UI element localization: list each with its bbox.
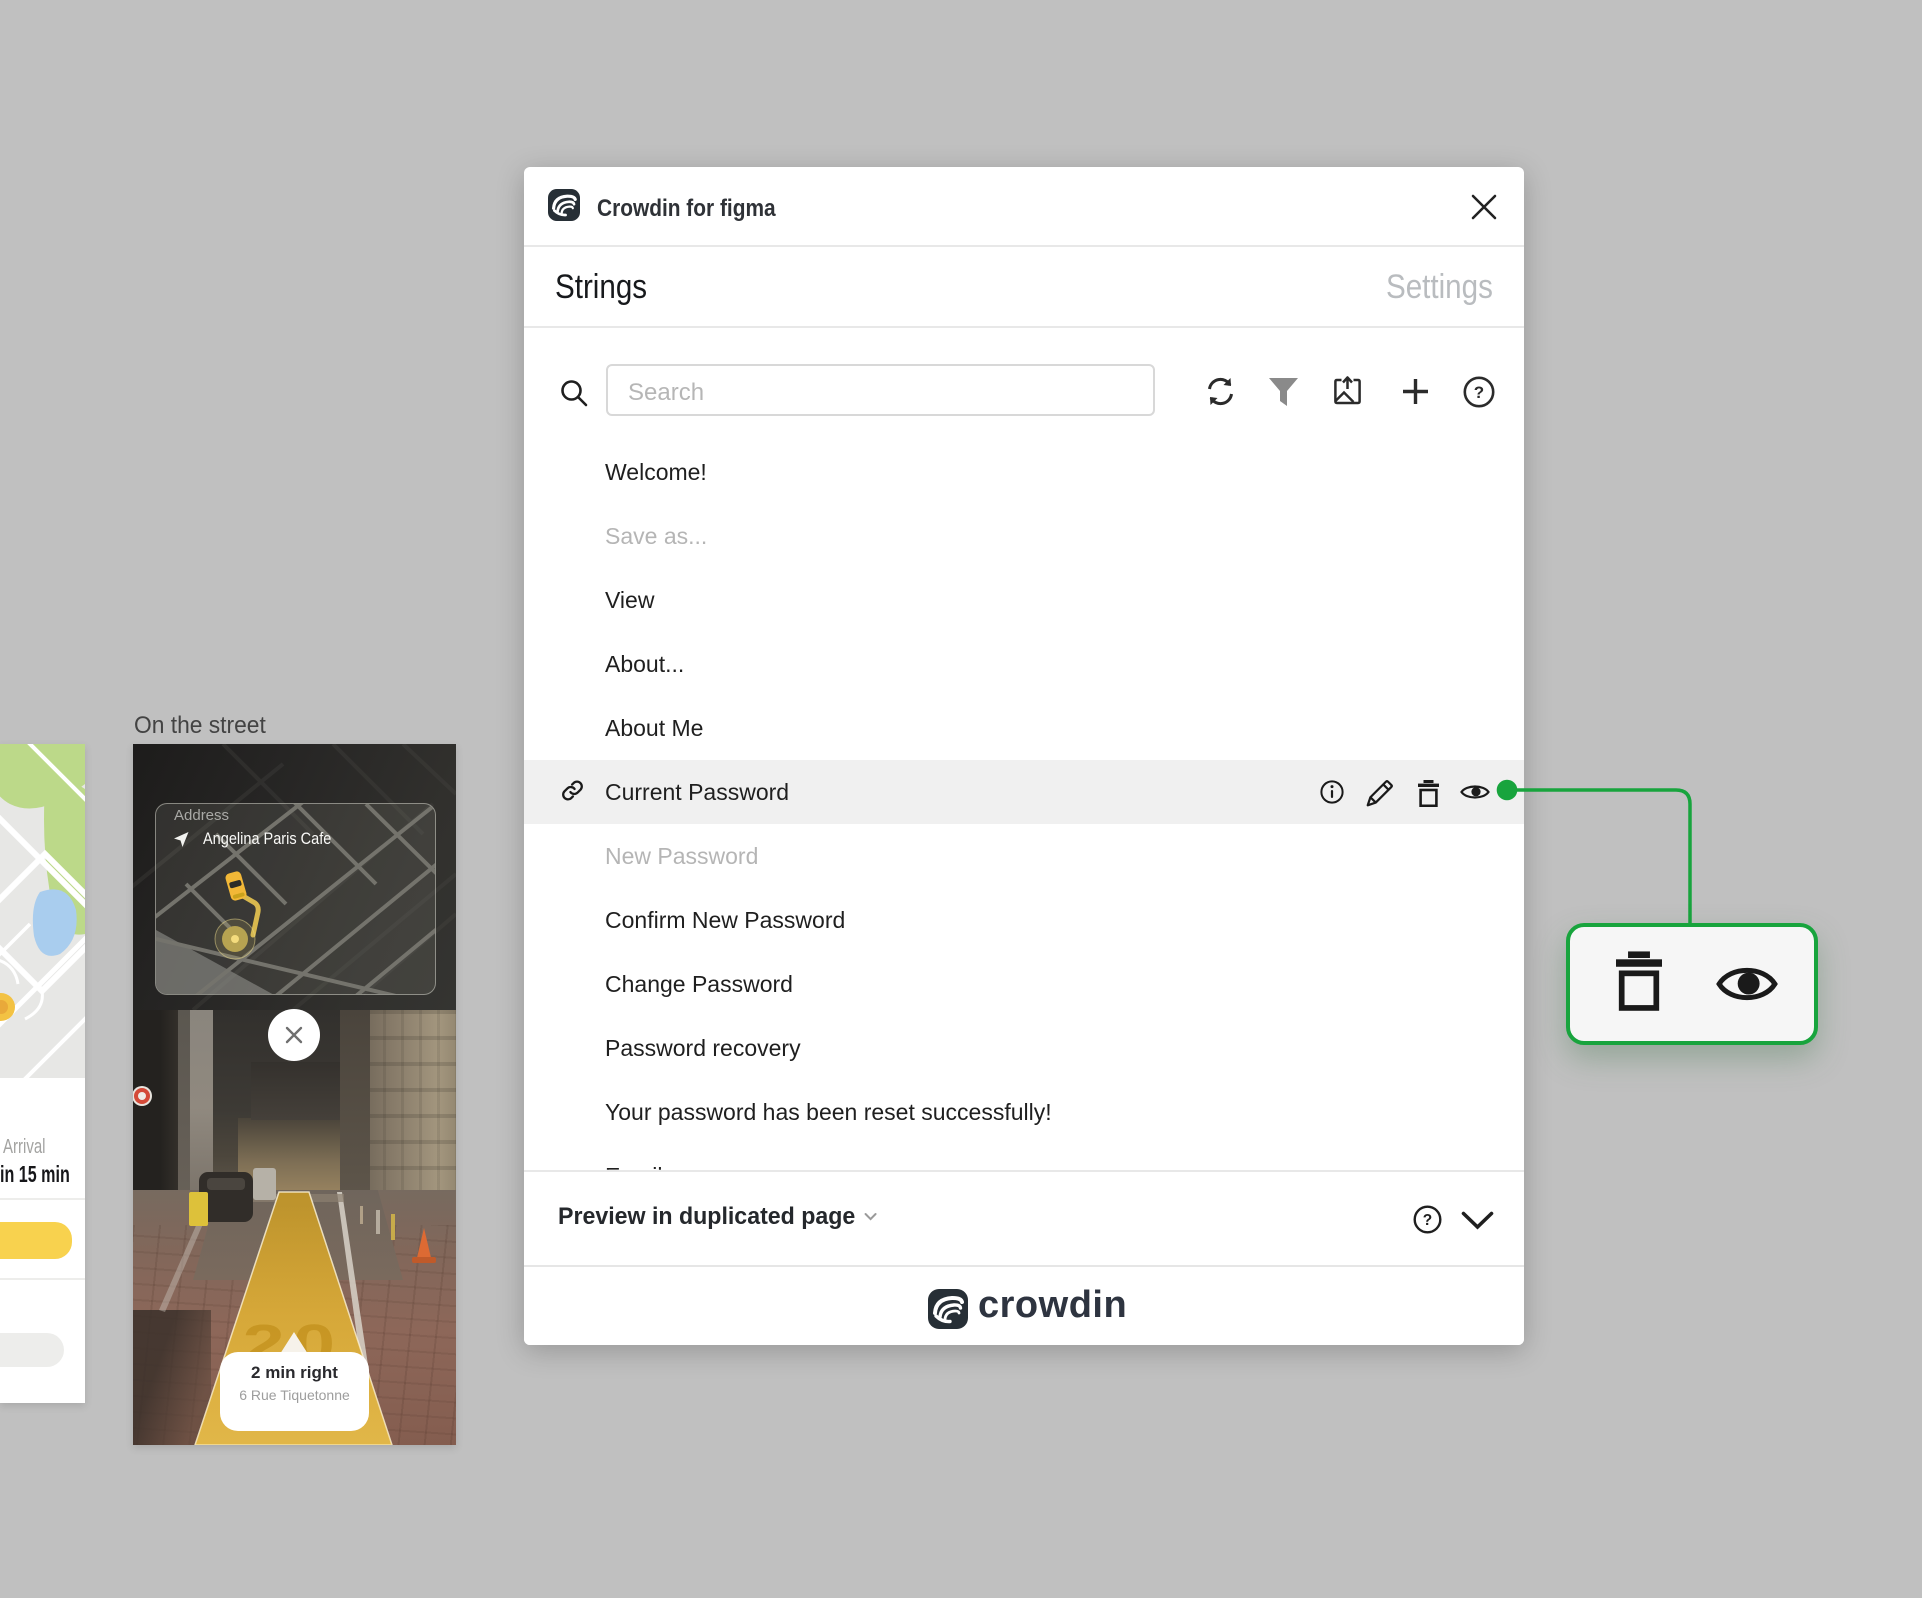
svg-text:?: ? xyxy=(1423,1212,1432,1229)
svg-text:?: ? xyxy=(1474,383,1484,402)
